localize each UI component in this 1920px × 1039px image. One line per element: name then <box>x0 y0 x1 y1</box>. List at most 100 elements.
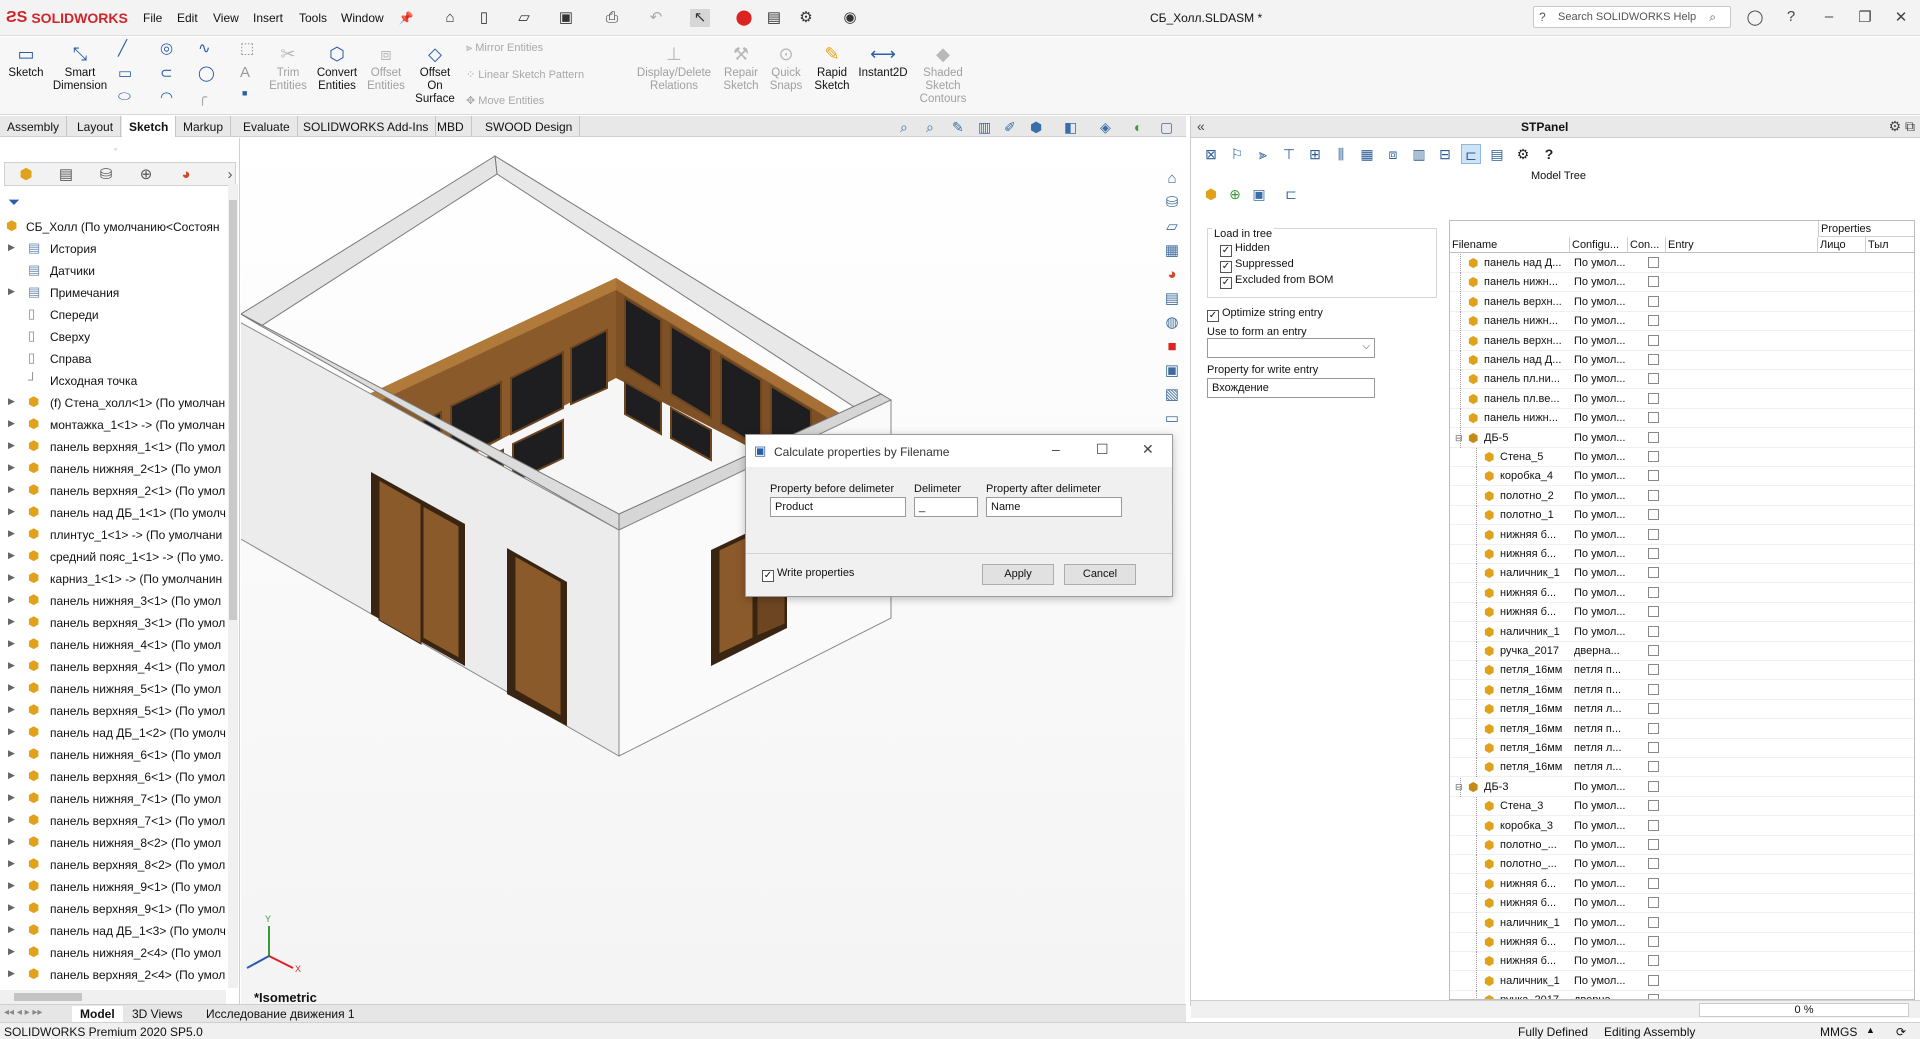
grid-row[interactable]: ⬢ панель над Д... По умол... <box>1450 254 1914 273</box>
custom-properties-icon[interactable]: ▤ <box>1160 288 1184 310</box>
grid-row[interactable]: ⬢ панель пл.ве... По умол... <box>1450 389 1914 409</box>
collapse-node-icon[interactable]: ⊟ <box>1455 782 1463 793</box>
repair-sketch-button[interactable]: ⚒ Repair Sketch <box>720 41 762 93</box>
expand-arrow-icon[interactable]: ▶ <box>8 594 15 605</box>
row-con-checkbox[interactable] <box>1648 897 1659 909</box>
collapse-node-icon[interactable]: ⊟ <box>1455 433 1463 444</box>
grid-row[interactable]: ⬢ нижняя б... По умол... <box>1450 952 1914 972</box>
stpanel-icon[interactable]: ▣ <box>1160 360 1184 382</box>
use-to-form-select[interactable]: ⌵ <box>1207 338 1375 358</box>
tree-item[interactable]: ▶ ⬢ панель над ДБ_1<1> (По умолч <box>0 502 228 524</box>
help-camera-icon[interactable]: ◉ <box>840 9 860 27</box>
row-con-checkbox[interactable] <box>1648 451 1659 462</box>
expand-arrow-icon[interactable]: ▶ <box>8 836 15 847</box>
row-con-checkbox[interactable] <box>1648 722 1659 734</box>
tree-item[interactable]: ▶ ⬢ панель нижняя_3<1> (По умол <box>0 590 228 612</box>
row-con-checkbox[interactable] <box>1648 567 1659 579</box>
tree-item[interactable]: ▶ ⬢ панель верхняя_2<4> (По умол <box>0 964 228 986</box>
restore-icon[interactable]: ❐ <box>1854 8 1876 26</box>
configuration-manager-tab-icon[interactable]: ⛁ <box>87 165 125 185</box>
row-con-checkbox[interactable] <box>1648 936 1659 947</box>
print-icon[interactable]: ⎙ <box>602 9 622 27</box>
write-properties-checkbox[interactable]: ✓ Write properties <box>762 566 854 582</box>
columns-tool-icon[interactable]: ▤ <box>1487 144 1507 164</box>
help-circle-icon[interactable]: ? <box>1780 8 1802 25</box>
dimxpert-tab-icon[interactable]: ⊕ <box>127 165 165 185</box>
row-con-checkbox[interactable] <box>1648 974 1659 986</box>
tree-item[interactable]: ▶ ⬢ панель нижняя_4<1> (По умол <box>0 634 228 656</box>
instant2d-button[interactable]: ⟷ Instant2D <box>856 41 910 80</box>
grid-row[interactable]: ⬢ наличник_1 По умол... <box>1450 971 1914 991</box>
grid-row[interactable]: ⬢ петля_16мм петля п... <box>1450 661 1914 681</box>
model-tree-tool-icon[interactable]: ⊏ <box>1461 144 1481 164</box>
row-con-checkbox[interactable] <box>1648 606 1659 618</box>
grid-row[interactable]: ⬢ панель нижн... По умол... <box>1450 409 1914 429</box>
expand-arrow-icon[interactable]: ▶ <box>8 506 15 517</box>
apply-button[interactable]: Apply <box>982 564 1054 585</box>
grid-row[interactable]: ⬢ панель нижн... По умол... <box>1450 312 1914 332</box>
before-delimeter-input[interactable]: Product <box>770 497 906 517</box>
expand-arrow-icon[interactable]: ▶ <box>8 484 15 495</box>
tab-layout[interactable]: Layout <box>70 116 122 137</box>
expand-arrow-icon[interactable]: ▶ <box>8 880 15 891</box>
previous-view-icon[interactable]: ✎ <box>952 119 964 136</box>
col-back[interactable]: Тыл <box>1866 237 1914 253</box>
grid-row[interactable]: ⬢ панель верхн... По умол... <box>1450 292 1914 312</box>
tree-item[interactable]: ▶ ▤ История <box>0 238 228 260</box>
menu-edit[interactable]: Edit <box>177 11 198 25</box>
expand-arrow-icon[interactable]: ▶ <box>8 924 15 935</box>
grid-row[interactable]: ⬢ полотно_1 По умол... <box>1450 506 1914 526</box>
tree-tool-icon[interactable]: ⊞ <box>1305 144 1325 164</box>
menu-window[interactable]: Window <box>341 11 384 25</box>
grid-row[interactable]: ⬢ нижняя б... По умол... <box>1450 894 1914 914</box>
row-con-checkbox[interactable] <box>1648 470 1659 482</box>
grid-row[interactable]: ⬢ панель пл.ни... По умол... <box>1450 370 1914 390</box>
slot-icon[interactable]: ⊂ <box>160 64 173 82</box>
tree-item[interactable]: ▶ ⬢ панель верхняя_6<1> (По умол <box>0 766 228 788</box>
expand-arrow-icon[interactable]: ▶ <box>8 462 15 473</box>
tree-item[interactable]: ▶ ⬢ плинтус_1<1> -> (По умолчани <box>0 524 228 546</box>
expand-arrow-icon[interactable]: ▶ <box>8 660 15 671</box>
scene-icon[interactable]: ▢ <box>1160 119 1173 136</box>
expand-arrow-icon[interactable]: ▶ <box>8 396 15 407</box>
excluded-bom-checkbox[interactable]: ✓ Excluded from BOM <box>1220 273 1333 289</box>
swood-icon[interactable]: ▧ <box>1160 384 1184 406</box>
tab-evaluate[interactable]: Evaluate <box>236 116 298 137</box>
tree-item[interactable]: ▶ ⬢ панель нижняя_7<1> (По умол <box>0 788 228 810</box>
row-con-checkbox[interactable] <box>1648 373 1659 385</box>
grid-row[interactable]: ⬢ петля_16мм петля л... <box>1450 758 1914 778</box>
grid-row[interactable]: ⊟ ⬢ ДБ-3 По умол... <box>1450 777 1914 797</box>
undo-icon[interactable]: ↶ <box>646 9 666 27</box>
menu-view[interactable]: View <box>213 11 239 25</box>
grid-row[interactable]: ⬢ петля_16мм петля п... <box>1450 680 1914 700</box>
row-con-checkbox[interactable] <box>1648 354 1659 365</box>
expand-arrow-icon[interactable]: ▶ <box>8 726 15 737</box>
appearance-icon[interactable]: ◐ <box>1134 119 1142 135</box>
tab-swood-design[interactable]: SWOOD Design <box>478 116 581 137</box>
point-icon[interactable]: ■ <box>242 88 247 98</box>
expand-arrow-icon[interactable]: ▶ <box>8 572 15 583</box>
expand-arrow-icon[interactable]: ▶ <box>8 286 15 297</box>
load-tree-icon[interactable]: ⬢ <box>1201 184 1221 204</box>
display-style-icon[interactable]: ◧ <box>1064 119 1077 136</box>
tab-model[interactable]: Model <box>72 1006 123 1022</box>
tree-item[interactable]: ▶ ⬢ панель нижняя_2<4> (По умол <box>0 942 228 964</box>
row-con-checkbox[interactable] <box>1648 819 1659 831</box>
feature-tree-tab-icon[interactable]: ⬢ <box>7 165 45 185</box>
row-con-checkbox[interactable] <box>1648 528 1659 540</box>
hidden-checkbox[interactable]: ✓ Hidden <box>1220 241 1270 257</box>
grid-row[interactable]: ⬢ нижняя б... По умол... <box>1450 874 1914 894</box>
grid-row[interactable]: ⬢ Стена_3 По умол... <box>1450 797 1914 817</box>
expand-arrow-icon[interactable]: ▶ <box>8 418 15 429</box>
tab-solidworks-addins[interactable]: SOLIDWORKS Add-Ins <box>296 116 437 137</box>
quick-tips-icon[interactable]: ⟳ <box>1896 1025 1906 1039</box>
grid-row[interactable]: ⬢ полотно_... По умол... <box>1450 836 1914 855</box>
row-con-checkbox[interactable] <box>1648 703 1659 715</box>
tree-item[interactable]: ▶ ⬢ панель над ДБ_1<2> (По умолч <box>0 722 228 744</box>
line-icon[interactable]: ╱ <box>118 39 127 57</box>
select-icon[interactable]: ↖ <box>690 9 710 27</box>
file-explorer-icon[interactable]: ▱ <box>1160 216 1184 238</box>
dynamic-annotation-icon[interactable]: ✐ <box>1004 119 1016 136</box>
row-con-checkbox[interactable] <box>1648 257 1659 268</box>
appearances-icon[interactable]: ◕ <box>1160 264 1184 286</box>
